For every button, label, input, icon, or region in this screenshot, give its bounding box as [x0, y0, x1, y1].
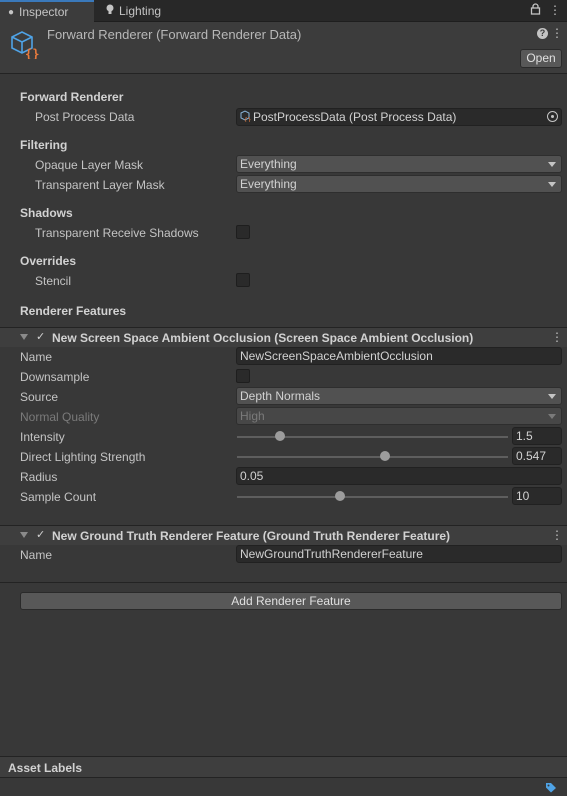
intensity-slider-thumb[interactable]	[275, 431, 286, 441]
svg-text:{}: {}	[25, 47, 39, 59]
tab-inspector-label: Inspector	[19, 5, 69, 19]
tab-inspector[interactable]: ● Inspector	[0, 0, 94, 22]
lightbulb-icon	[106, 4, 114, 18]
info-icon: ●	[8, 6, 15, 18]
opaque-layer-mask-value: Everything	[240, 157, 297, 171]
post-process-data-field[interactable]: {} PostProcessData (Post Process Data)	[236, 108, 562, 126]
sample-count-slider-track[interactable]	[237, 496, 508, 498]
sample-count-input[interactable]: 10	[512, 487, 562, 505]
dropdown-arrow-icon	[548, 414, 556, 419]
post-process-data-label: Post Process Data	[35, 110, 135, 124]
open-button[interactable]: Open	[520, 49, 562, 68]
sample-count-label: Sample Count	[20, 490, 97, 504]
normal-quality-dropdown: High	[236, 407, 562, 425]
ssao-feature-header[interactable]: ✓ New Screen Space Ambient Occlusion (Sc…	[0, 327, 567, 347]
source-label: Source	[20, 390, 59, 404]
asset-labels-title: Asset Labels	[8, 761, 83, 775]
renderer-asset-icon: {}	[10, 29, 40, 61]
ssao-name-input[interactable]: NewScreenSpaceAmbientOcclusion	[236, 347, 562, 365]
transparent-layer-mask-value: Everything	[240, 177, 297, 191]
direct-lighting-strength-label: Direct Lighting Strength	[20, 450, 146, 464]
tag-icon[interactable]	[545, 782, 557, 793]
normal-quality-value: High	[240, 409, 265, 423]
ssao-name-label: Name	[20, 350, 53, 364]
opaque-layer-mask-dropdown[interactable]: Everything	[236, 155, 562, 173]
radius-input[interactable]: 0.05	[236, 467, 562, 485]
transparent-receive-shadows-label: Transparent Receive Shadows	[35, 226, 199, 240]
ground-truth-enabled-checkmark-icon[interactable]: ✓	[36, 528, 45, 541]
features-divider	[0, 582, 567, 583]
add-renderer-feature-button[interactable]: Add Renderer Feature	[20, 592, 562, 610]
section-shadows: Shadows	[20, 206, 73, 220]
section-forward-renderer: Forward Renderer	[20, 90, 124, 104]
source-dropdown[interactable]: Depth Normals	[236, 387, 562, 405]
radius-label: Radius	[20, 470, 58, 484]
tab-lighting[interactable]: Lighting	[100, 0, 180, 22]
kebab-menu-icon[interactable]: ⋮	[549, 3, 561, 17]
intensity-input[interactable]: 1.5	[512, 427, 562, 445]
ssao-feature-title: New Screen Space Ambient Occlusion (Scre…	[52, 331, 474, 345]
sample-count-slider-thumb[interactable]	[334, 491, 345, 501]
intensity-label: Intensity	[20, 430, 65, 444]
asset-object-icon: {}	[240, 110, 251, 125]
foldout-arrow-icon[interactable]	[20, 334, 28, 340]
direct-lighting-slider-thumb[interactable]	[380, 451, 391, 461]
direct-lighting-input[interactable]: 0.547	[512, 447, 562, 465]
source-value: Depth Normals	[240, 389, 321, 403]
inspector-header: {} Forward Renderer (Forward Renderer Da…	[0, 22, 567, 74]
ground-truth-feature-title: New Ground Truth Renderer Feature (Groun…	[52, 529, 451, 543]
section-overrides: Overrides	[20, 254, 77, 268]
header-kebab-menu-icon[interactable]: ⋮	[551, 26, 563, 40]
ssao-kebab-menu-icon[interactable]: ⋮	[551, 330, 563, 344]
object-picker-icon[interactable]	[547, 111, 558, 122]
ground-truth-kebab-menu-icon[interactable]: ⋮	[551, 528, 563, 542]
svg-text:{}: {}	[244, 117, 251, 122]
dropdown-arrow-icon	[548, 182, 556, 187]
stencil-label: Stencil	[35, 274, 72, 288]
ssao-enabled-checkmark-icon[interactable]: ✓	[36, 330, 45, 343]
transparent-receive-shadows-checkbox[interactable]	[236, 225, 250, 239]
asset-title: Forward Renderer (Forward Renderer Data)	[47, 27, 302, 42]
lock-icon[interactable]	[530, 3, 542, 17]
dropdown-arrow-icon	[548, 394, 556, 399]
downsample-checkbox[interactable]	[236, 369, 250, 383]
normal-quality-label: Normal Quality	[20, 410, 100, 424]
opaque-layer-mask-label: Opaque Layer Mask	[35, 158, 144, 172]
ground-truth-name-input[interactable]: NewGroundTruthRendererFeature	[236, 545, 562, 563]
foldout-arrow-icon[interactable]	[20, 532, 28, 538]
help-icon[interactable]: ?	[537, 28, 548, 39]
section-filtering: Filtering	[20, 138, 68, 152]
transparent-layer-mask-dropdown[interactable]: Everything	[236, 175, 562, 193]
section-renderer-features: Renderer Features	[20, 304, 127, 318]
direct-lighting-slider-track[interactable]	[237, 456, 508, 458]
downsample-label: Downsample	[20, 370, 90, 384]
stencil-checkbox[interactable]	[236, 273, 250, 287]
tab-lighting-label: Lighting	[119, 4, 162, 18]
transparent-layer-mask-label: Transparent Layer Mask	[35, 178, 165, 192]
asset-labels-bar[interactable]: Asset Labels	[0, 756, 567, 778]
ground-truth-name-label: Name	[20, 548, 53, 562]
ground-truth-feature-header[interactable]: ✓ New Ground Truth Renderer Feature (Gro…	[0, 525, 567, 545]
post-process-data-value: PostProcessData (Post Process Data)	[253, 110, 457, 124]
dropdown-arrow-icon	[548, 162, 556, 167]
